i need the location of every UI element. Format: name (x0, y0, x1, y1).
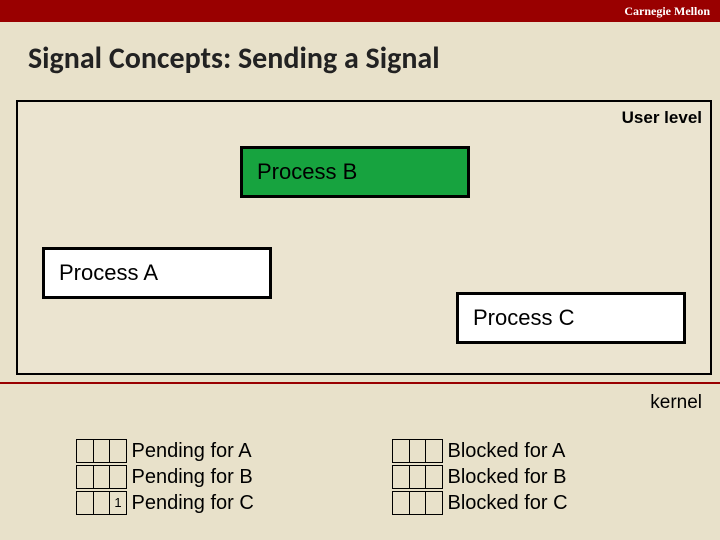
pending-group: Pending for A Pending for B 1 Pending fo… (76, 438, 254, 516)
bit-cell (392, 439, 410, 463)
user-level-box: User level Process B Process A Process C (16, 100, 712, 375)
pending-row-a: Pending for A (76, 438, 254, 464)
pending-label-c: Pending for C (132, 492, 254, 515)
bit-cell: 1 (109, 491, 127, 515)
pending-label-a: Pending for A (132, 440, 252, 463)
blocked-label-c: Blocked for C (448, 492, 568, 515)
bit-cell (425, 491, 443, 515)
bit-cell (93, 465, 111, 489)
bit-cell (109, 439, 127, 463)
user-level-label: User level (622, 108, 702, 128)
org-label: Carnegie Mellon (624, 4, 710, 18)
kernel-label: kernel (650, 392, 702, 414)
blocked-group: Blocked for A Blocked for B Blocked for … (392, 438, 568, 516)
bit-cell (93, 491, 111, 515)
bit-cell (76, 465, 94, 489)
pending-row-c: 1 Pending for C (76, 490, 254, 516)
title-area: Signal Concepts: Sending a Signal (0, 22, 720, 87)
blocked-row-c: Blocked for C (392, 490, 568, 516)
bit-cell (392, 491, 410, 515)
header-bar: Carnegie Mellon (0, 0, 720, 22)
bit-cell (425, 465, 443, 489)
bit-cell (109, 465, 127, 489)
page-title: Signal Concepts: Sending a Signal (0, 22, 720, 87)
bit-cell (409, 439, 427, 463)
bit-cell (93, 439, 111, 463)
pending-row-b: Pending for B (76, 464, 254, 490)
blocked-label-a: Blocked for A (448, 440, 566, 463)
process-c-box: Process C (456, 292, 686, 344)
process-a-box: Process A (42, 247, 272, 299)
blocked-label-b: Blocked for B (448, 466, 567, 489)
kernel-divider (0, 382, 720, 384)
bit-cell (76, 491, 94, 515)
bit-cell (392, 465, 410, 489)
bit-cell (409, 465, 427, 489)
blocked-row-b: Blocked for B (392, 464, 568, 490)
pending-label-b: Pending for B (132, 466, 253, 489)
process-a-label: Process A (59, 260, 158, 285)
process-b-box: Process B (240, 146, 470, 198)
bit-cell (425, 439, 443, 463)
blocked-row-a: Blocked for A (392, 438, 568, 464)
process-b-label: Process B (257, 159, 357, 184)
process-c-label: Process C (473, 305, 574, 330)
bit-cell (76, 439, 94, 463)
bit-cell (409, 491, 427, 515)
